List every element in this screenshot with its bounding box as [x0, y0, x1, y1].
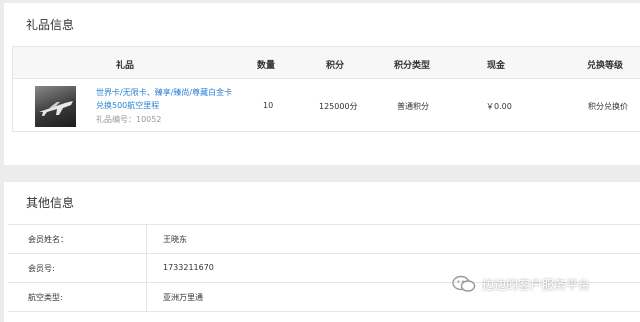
wechat-icon — [452, 275, 476, 292]
gift-quantity: 10 — [263, 101, 274, 110]
gift-thumbnail — [35, 86, 76, 127]
info-row-member-name: 会员姓名： 王晓东 — [8, 225, 640, 254]
member-name-value: 王晓东 — [163, 235, 187, 244]
column-divider — [146, 254, 147, 282]
gift-exchange-level: 积分兑换价 — [588, 102, 628, 111]
gift-points: 125000分 — [319, 102, 358, 111]
column-exchange-level: 兑换等级 — [587, 61, 624, 71]
other-info-table: 会员姓名： 王晓东 会员号: 1733211670 航空类型: 亚洲万里通 — [8, 224, 640, 312]
airline-type-label: 航空类型: — [28, 293, 63, 302]
watermark-text: 边边的客户服务平台 — [482, 278, 591, 292]
column-divider — [146, 225, 147, 253]
column-points: 积分 — [326, 61, 345, 71]
other-info-panel: 其他信息 会员姓名： 王晓东 会员号: 1733211670 航空类型: 亚洲万… — [4, 182, 640, 322]
gift-code: 礼品编号：10052 — [96, 115, 162, 124]
column-quantity: 数量 — [257, 61, 276, 71]
gift-info-title: 礼品信息 — [26, 18, 75, 32]
gift-info-panel: 礼品信息 礼品 数量 积分 积分类型 现金 兑换等级 世界卡/无限卡、臻享/臻尚… — [4, 3, 640, 165]
column-points-type: 积分类型 — [394, 61, 431, 71]
gift-table: 礼品 数量 积分 积分类型 现金 兑换等级 世界卡/无限卡、臻享/臻尚/尊藏白金… — [12, 46, 640, 132]
gift-cash: ￥0.00 — [486, 102, 512, 111]
column-divider — [146, 283, 147, 311]
column-cash: 现金 — [487, 61, 506, 71]
member-number-value: 1733211670 — [163, 263, 214, 272]
member-number-label: 会员号: — [28, 264, 55, 273]
column-gift: 礼品 — [116, 61, 135, 71]
other-info-title: 其他信息 — [26, 196, 75, 210]
member-name-label: 会员姓名： — [28, 235, 68, 244]
airplane-icon — [39, 101, 73, 116]
gift-table-row: 世界卡/无限卡、臻享/臻尚/尊藏白金卡兑换500航空里程 礼品编号：10052 … — [13, 78, 640, 133]
gift-table-header: 礼品 数量 积分 积分类型 现金 兑换等级 — [13, 47, 640, 79]
airline-type-value: 亚洲万里通 — [163, 293, 203, 302]
gift-name-link[interactable]: 世界卡/无限卡、臻享/臻尚/尊藏白金卡兑换500航空里程 — [96, 87, 236, 112]
gift-points-type: 普通积分 — [397, 102, 429, 111]
